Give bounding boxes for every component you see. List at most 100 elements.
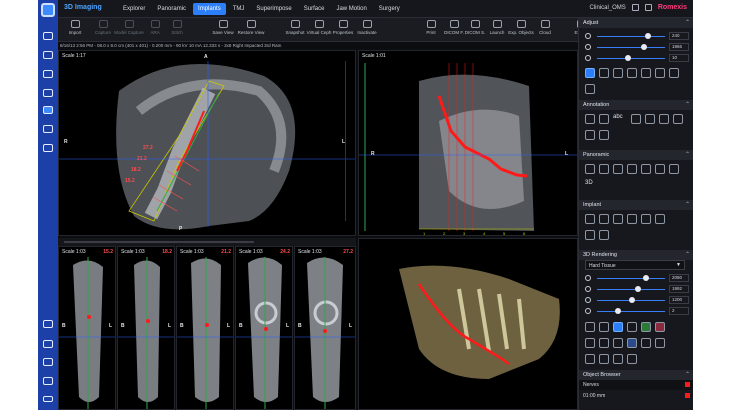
axial-side-tools[interactable] (345, 61, 353, 221)
nerve-icon[interactable] (627, 214, 637, 224)
user-name[interactable]: Clinical_OMS (589, 5, 625, 11)
curve-ok-icon[interactable] (655, 164, 665, 174)
slice-view-2[interactable]: Scale 1:03 18.2 B L (117, 246, 175, 410)
implant-3-icon[interactable] (613, 214, 623, 224)
slice-view-3[interactable]: Scale 1:03 21.2 B L (176, 246, 234, 410)
tab-tmj[interactable]: TMJ (228, 3, 250, 15)
stitch-button[interactable]: Stitch (162, 20, 192, 35)
sphere-icon[interactable] (585, 354, 595, 364)
curve-delete-icon[interactable] (641, 164, 651, 174)
face-icon[interactable] (599, 322, 609, 332)
invert-icon[interactable] (627, 68, 637, 78)
angle-icon[interactable] (585, 114, 595, 124)
settings-icon[interactable] (631, 4, 639, 11)
pan-icon[interactable] (599, 68, 609, 78)
object-item-nerve-size[interactable]: 01:00 mm (579, 391, 693, 401)
3d-button[interactable]: 3D (585, 180, 593, 186)
pencil-icon[interactable] (585, 130, 595, 140)
help-icon[interactable] (644, 4, 652, 11)
sharpen-tool-icon[interactable] (669, 68, 679, 78)
image-icon[interactable] (43, 70, 53, 78)
panoramic-header[interactable]: Panoramic ⌃ (579, 150, 693, 160)
rendering-header[interactable]: 3D Rendering ⌃ (579, 250, 693, 260)
ortho-icon[interactable] (43, 144, 53, 152)
curve-edit-icon[interactable] (599, 164, 609, 174)
shape-icon[interactable] (659, 114, 669, 124)
box-icon[interactable] (613, 338, 623, 348)
filter-icon[interactable] (641, 68, 651, 78)
adjust-slider-2[interactable]: 1966 (585, 43, 689, 51)
chart-icon[interactable] (43, 320, 53, 328)
render-slider-1[interactable]: 2080 (585, 274, 689, 282)
clip-icon[interactable] (599, 338, 609, 348)
tab-panoramic[interactable]: Panoramic (152, 3, 191, 15)
restore-view-button[interactable]: Restore View (236, 20, 266, 35)
scissors-icon[interactable] (585, 338, 595, 348)
slice-view-4[interactable]: Scale 1:03 24.2 B L (235, 246, 293, 410)
tooth-icon[interactable] (599, 130, 609, 140)
head-icon[interactable] (655, 68, 665, 78)
blue-icon[interactable] (627, 338, 637, 348)
user-icon[interactable] (43, 51, 53, 59)
axial-viewport[interactable]: Scale 1:17 A R L P 27.2 21.2 18.2 15.2 (58, 50, 356, 236)
grid-icon[interactable] (613, 68, 623, 78)
settings-icon[interactable] (43, 396, 53, 402)
red-icon[interactable] (655, 322, 665, 332)
curve-move-icon[interactable] (627, 164, 637, 174)
color-swatch[interactable] (685, 393, 690, 398)
adjust-slider-1[interactable]: 240 (585, 32, 689, 40)
pen-icon[interactable] (645, 114, 655, 124)
3d-icon[interactable] (43, 106, 53, 114)
camera-3d-icon[interactable] (627, 354, 637, 364)
library-icon[interactable] (641, 214, 651, 224)
import-button[interactable]: Import (60, 20, 90, 35)
curve-add-icon[interactable] (613, 164, 623, 174)
tab-explorer[interactable]: Explorer (118, 3, 150, 15)
arch-icon[interactable] (43, 125, 53, 133)
light-icon[interactable] (613, 354, 623, 364)
wrench-icon[interactable] (585, 84, 595, 94)
tab-surface[interactable]: Surface (299, 3, 330, 15)
tab-surgery[interactable]: Surgery (374, 3, 405, 15)
render-slider-3[interactable]: 1200 (585, 296, 689, 304)
save-view-button[interactable]: Save View (208, 20, 238, 35)
render-slider-2[interactable]: 1992 (585, 285, 689, 293)
tab-implants[interactable]: Implants (193, 3, 226, 15)
curve-extra-icon[interactable] (669, 164, 679, 174)
object-browser-header[interactable]: Object Browser ⌃ (579, 370, 693, 380)
3d-render-viewport[interactable] (358, 238, 578, 410)
patients-icon[interactable] (43, 32, 53, 40)
slice-tools[interactable] (254, 239, 344, 245)
sleeve-icon[interactable] (599, 230, 609, 240)
color-icon[interactable] (599, 354, 609, 364)
zoom-icon[interactable] (585, 68, 595, 78)
adjust-header[interactable]: Adjust ⌃ (579, 18, 693, 28)
scan-icon[interactable] (43, 89, 53, 97)
slice-scroll-track[interactable] (64, 241, 254, 243)
text-tool[interactable]: abc (613, 114, 627, 124)
measure-icon[interactable] (43, 358, 53, 366)
cube-icon[interactable] (585, 322, 595, 332)
tools-icon[interactable] (43, 340, 53, 348)
render-slider-4[interactable]: 2 (585, 307, 689, 315)
logout-icon[interactable] (43, 377, 53, 385)
ruler-icon[interactable] (631, 114, 641, 124)
annotation-header[interactable]: Annotation ⌃ (579, 100, 693, 110)
green-icon[interactable] (641, 322, 651, 332)
object-item-nerves[interactable]: Nerves (579, 380, 693, 390)
head-3d-icon[interactable] (641, 338, 651, 348)
curve-icon[interactable] (585, 164, 595, 174)
teeth-icon[interactable] (627, 322, 637, 332)
implant-header[interactable]: Implant ⌃ (579, 200, 693, 210)
guide-icon[interactable] (585, 230, 595, 240)
slice-view-5[interactable]: Scale 1:03 27.2 B L (294, 246, 356, 410)
rendering-preset-select[interactable]: Hard Tissue ▼ (585, 260, 685, 270)
tab-jaw-motion[interactable]: Jaw Motion (331, 3, 371, 15)
color-swatch[interactable] (685, 382, 690, 387)
tab-superimpose[interactable]: Superimpose (251, 3, 296, 15)
mesh-icon[interactable] (655, 338, 665, 348)
implant-2-icon[interactable] (599, 214, 609, 224)
cross-section-viewport[interactable]: Scale 1:01 1 2 3 4 5 6 R L (358, 50, 578, 236)
line-icon[interactable] (599, 114, 609, 124)
skull-icon[interactable] (613, 322, 623, 332)
